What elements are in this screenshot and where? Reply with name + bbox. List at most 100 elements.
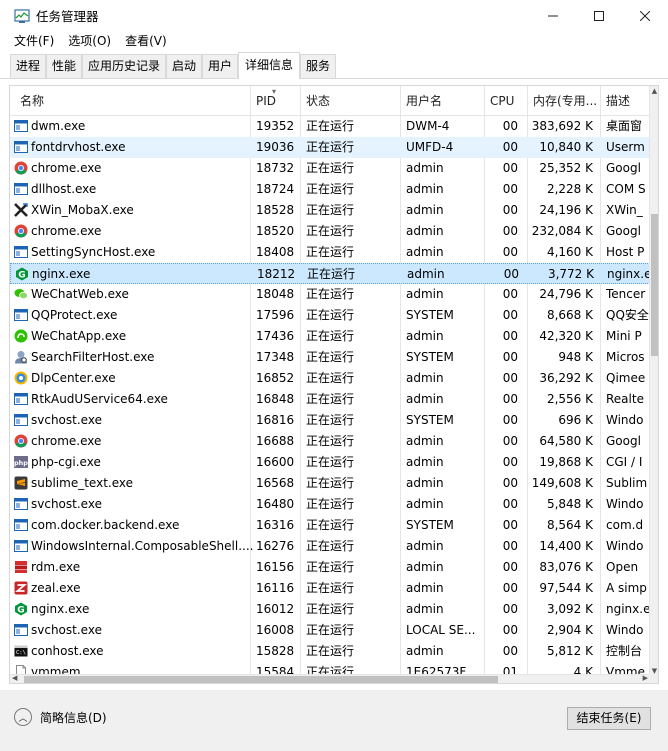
window-icon bbox=[14, 518, 28, 532]
tab-services[interactable]: 服务 bbox=[300, 54, 336, 78]
table-row[interactable]: chrome.exe 18732 正在运行 admin 00 25,352 K Googl bbox=[10, 158, 650, 179]
process-pid: 18048 bbox=[256, 287, 295, 301]
process-name: sublime_text.exe bbox=[31, 476, 133, 490]
tab-startup[interactable]: 启动 bbox=[166, 54, 202, 78]
column-header-memory[interactable]: 内存(专用... bbox=[527, 86, 601, 116]
process-cpu: 00 bbox=[502, 350, 518, 364]
tab-processes[interactable]: 进程 bbox=[10, 54, 46, 78]
process-cpu: 00 bbox=[502, 497, 518, 511]
process-cpu: 00 bbox=[502, 560, 518, 574]
column-header-status[interactable]: 状态 bbox=[300, 86, 400, 116]
process-user: admin bbox=[406, 581, 444, 595]
menu-view[interactable]: 查看(V) bbox=[118, 31, 174, 51]
close-icon bbox=[640, 10, 650, 21]
process-name: svchost.exe bbox=[31, 413, 102, 427]
table-row[interactable]: zeal.exe 16116 正在运行 admin 00 97,544 K A simp bbox=[10, 578, 650, 599]
process-memory: 64,580 K bbox=[539, 434, 593, 448]
process-memory: 83,076 K bbox=[539, 560, 593, 574]
table-row[interactable]: php php-cgi.exe 16600 正在运行 admin 00 19,868 K CG… bbox=[10, 452, 650, 473]
table-row[interactable]: svchost.exe 16008 正在运行 LOCAL SE... 00 2,904 K… bbox=[10, 620, 650, 641]
process-cpu: 00 bbox=[502, 476, 518, 490]
tab-details[interactable]: 详细信息 bbox=[238, 52, 300, 79]
window-icon bbox=[14, 497, 28, 511]
column-header-cpu[interactable]: CPU bbox=[484, 86, 528, 116]
column-header-name[interactable]: 名称 bbox=[14, 86, 250, 116]
scroll-up-icon[interactable]: ▲ bbox=[650, 87, 658, 95]
process-cpu: 00 bbox=[502, 371, 518, 385]
process-cpu: 00 bbox=[502, 161, 518, 175]
table-row[interactable]: C:\ conhost.exe 15828 正在运行 admin 00 5,812 K 控制台 bbox=[10, 641, 650, 662]
table-row[interactable]: svchost.exe 16816 正在运行 SYSTEM 00 696 K Windo bbox=[10, 410, 650, 431]
process-memory: 14,400 K bbox=[539, 539, 593, 553]
process-description: 控制台 bbox=[606, 644, 643, 658]
process-user: admin bbox=[406, 560, 444, 574]
column-header-description[interactable]: 描述 bbox=[600, 86, 650, 116]
process-name: WeChatApp.exe bbox=[31, 329, 127, 343]
process-pid: 18724 bbox=[256, 182, 295, 196]
menu-file[interactable]: 文件(F) bbox=[7, 31, 61, 51]
scroll-left-icon[interactable]: ◀ bbox=[12, 674, 17, 682]
table-row[interactable]: dllhost.exe 18724 正在运行 admin 00 2,228 K COM S bbox=[10, 179, 650, 200]
process-memory: 3,092 K bbox=[546, 602, 593, 616]
process-status: 正在运行 bbox=[306, 140, 355, 154]
maximize-button[interactable] bbox=[576, 0, 622, 31]
process-pid: 17596 bbox=[256, 308, 295, 322]
table-row[interactable]: svchost.exe 16480 正在运行 admin 00 5,848 K Windo bbox=[10, 494, 650, 515]
fewer-details-button[interactable]: ︿ 简略信息(D) bbox=[14, 707, 107, 727]
nginx-icon: G bbox=[14, 602, 28, 616]
table-row[interactable]: Gnginx.exe 16012 正在运行 admin 00 3,092 K nginx.e bbox=[10, 599, 650, 620]
vertical-scrollbar[interactable]: ▲ ▼ bbox=[649, 86, 658, 676]
table-row[interactable]: Gnginx.exe 18212 正在运行 admin 00 3,772 K nginx.e bbox=[10, 263, 651, 284]
process-pid: 15828 bbox=[256, 644, 295, 658]
vertical-scroll-thumb[interactable] bbox=[651, 214, 658, 356]
process-memory: 5,848 K bbox=[546, 497, 593, 511]
table-row[interactable]: WeChatApp.exe 17436 正在运行 admin 00 42,320 K Min… bbox=[10, 326, 650, 347]
process-cpu: 00 bbox=[502, 224, 518, 238]
process-memory: 2,904 K bbox=[546, 623, 593, 637]
process-cpu: 00 bbox=[502, 539, 518, 553]
process-description: Realte bbox=[606, 392, 644, 406]
end-task-button[interactable]: 结束任务(E) bbox=[567, 707, 651, 730]
table-row[interactable]: dwm.exe 19352 正在运行 DWM-4 00 383,692 K 桌面窗 bbox=[10, 116, 650, 137]
table-row[interactable]: SettingSyncHost.exe 18408 正在运行 admin 00 4,160… bbox=[10, 242, 650, 263]
window-icon bbox=[14, 413, 28, 427]
table-row[interactable]: sublime_text.exe 16568 正在运行 admin 00 149,608 … bbox=[10, 473, 650, 494]
table-row[interactable]: RtkAudUService64.exe 16848 正在运行 admin 00 2,55… bbox=[10, 389, 650, 410]
table-row[interactable]: XWin_MobaX.exe 18528 正在运行 admin 00 24,196 K XW… bbox=[10, 200, 650, 221]
window-icon bbox=[14, 245, 28, 259]
tab-users[interactable]: 用户 bbox=[202, 54, 238, 78]
tab-app-history[interactable]: 应用历史记录 bbox=[82, 54, 166, 78]
process-status: 正在运行 bbox=[306, 287, 355, 301]
scroll-right-icon[interactable]: ▶ bbox=[643, 674, 648, 682]
close-button[interactable] bbox=[622, 0, 668, 31]
process-pid: 16012 bbox=[256, 602, 295, 616]
process-memory: 5,812 K bbox=[546, 644, 593, 658]
table-row[interactable]: WindowsInternal.ComposableShell.... 16276… bbox=[10, 536, 650, 557]
column-header-pid[interactable]: PID bbox=[250, 86, 300, 116]
table-row[interactable]: chrome.exe 18520 正在运行 admin 00 232,084 K Googl bbox=[10, 221, 650, 242]
minimize-button[interactable] bbox=[530, 0, 576, 31]
php-icon: php bbox=[14, 455, 28, 469]
table-row[interactable]: com.docker.backend.exe 16316 正在运行 SYSTEM 00 8… bbox=[10, 515, 650, 536]
table-row[interactable]: DlpCenter.exe 16852 正在运行 admin 00 36,292 K Qim… bbox=[10, 368, 650, 389]
table-row[interactable]: SearchFilterHost.exe 17348 正在运行 SYSTEM 00 948… bbox=[10, 347, 650, 368]
horizontal-scroll-thumb[interactable] bbox=[24, 676, 498, 683]
tab-bar: 进程 性能 应用历史记录 启动 用户 详细信息 服务 bbox=[0, 51, 668, 79]
table-row[interactable]: rdm.exe 16156 正在运行 admin 00 83,076 K Open bbox=[10, 557, 650, 578]
process-description: Windo bbox=[606, 623, 644, 637]
process-name: conhost.exe bbox=[31, 644, 104, 658]
table-row[interactable]: fontdrvhost.exe 19036 正在运行 UMFD-4 00 10,840 K… bbox=[10, 137, 650, 158]
process-status: 正在运行 bbox=[306, 455, 355, 469]
process-pid: 17348 bbox=[256, 350, 295, 364]
process-name: svchost.exe bbox=[31, 497, 102, 511]
column-header-user[interactable]: 用户名 bbox=[400, 86, 484, 116]
table-row[interactable]: chrome.exe 16688 正在运行 admin 00 64,580 K Googl bbox=[10, 431, 650, 452]
menu-options[interactable]: 选项(O) bbox=[61, 31, 118, 51]
process-memory: 25,352 K bbox=[539, 161, 593, 175]
process-cpu: 00 bbox=[502, 329, 518, 343]
horizontal-scrollbar[interactable]: ◀ ▶ bbox=[10, 674, 650, 683]
tab-performance[interactable]: 性能 bbox=[46, 54, 82, 78]
table-row[interactable]: QQProtect.exe 17596 正在运行 SYSTEM 00 8,668 K QQ安… bbox=[10, 305, 650, 326]
process-status: 正在运行 bbox=[306, 392, 355, 406]
table-row[interactable]: WeChatWeb.exe 18048 正在运行 admin 00 24,796 K Ten… bbox=[10, 284, 650, 305]
